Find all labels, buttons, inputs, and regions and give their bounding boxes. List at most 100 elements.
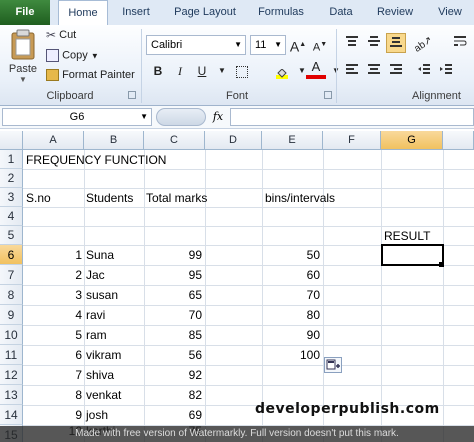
align-center-button[interactable] <box>364 61 384 81</box>
cell-student[interactable]: shiva <box>86 365 114 385</box>
row-header-5[interactable]: 5 <box>0 226 23 245</box>
align-bottom-button[interactable] <box>386 33 406 53</box>
cell-marks[interactable]: 70 <box>145 305 202 325</box>
tab-file[interactable]: File <box>0 0 50 25</box>
bold-button[interactable]: B <box>148 61 168 81</box>
worksheet-grid[interactable]: A B C D E F G 1 2 3 4 5 6 7 8 9 10 11 12… <box>0 131 474 442</box>
wrap-text-button[interactable] <box>450 33 470 53</box>
tab-review[interactable]: Review <box>372 0 418 25</box>
cell-marks[interactable]: 85 <box>145 325 202 345</box>
cell-student[interactable]: ram <box>86 325 107 345</box>
fill-handle[interactable] <box>439 262 444 267</box>
decrease-indent-button[interactable] <box>414 61 434 81</box>
italic-button[interactable]: I <box>170 61 190 81</box>
increase-indent-button[interactable] <box>436 61 456 81</box>
cell-marks[interactable]: 99 <box>145 245 202 265</box>
align-right-button[interactable] <box>386 61 406 81</box>
column-header-d[interactable]: D <box>205 131 262 150</box>
cell-sno[interactable]: 4 <box>24 305 82 325</box>
shrink-font-button[interactable]: A▼ <box>310 35 330 55</box>
cut-button[interactable]: ✂ Cut <box>46 28 76 42</box>
row-header-3[interactable]: 3 <box>0 188 23 207</box>
tab-formulas[interactable]: Formulas <box>253 0 309 25</box>
tab-home[interactable]: Home <box>58 0 108 26</box>
cell-sno[interactable]: 1 <box>24 245 82 265</box>
cell-b3[interactable]: Students <box>86 188 133 208</box>
row-header-7[interactable]: 7 <box>0 265 23 285</box>
cell-bin[interactable]: 80 <box>263 305 320 325</box>
orientation-button[interactable]: ab↗ <box>413 33 435 54</box>
cell-bin[interactable]: 70 <box>263 285 320 305</box>
row-header-13[interactable]: 13 <box>0 385 23 405</box>
tab-view[interactable]: View <box>432 0 468 25</box>
cell-marks[interactable]: 95 <box>145 265 202 285</box>
row-header-1[interactable]: 1 <box>0 150 23 169</box>
cell-bin[interactable]: 90 <box>263 325 320 345</box>
format-painter-button[interactable]: Format Painter <box>46 69 135 82</box>
underline-button[interactable]: U <box>192 61 212 81</box>
cell-sno[interactable]: 8 <box>24 385 82 405</box>
fill-color-button[interactable] <box>272 61 292 81</box>
column-header-e[interactable]: E <box>262 131 323 150</box>
font-color-button[interactable]: A <box>306 59 326 79</box>
cell-a1[interactable]: FREQUENCY FUNCTION <box>26 150 166 170</box>
formula-bar-splitter[interactable] <box>156 108 206 126</box>
font-launcher-icon[interactable] <box>324 91 332 99</box>
row-header-11[interactable]: 11 <box>0 345 23 365</box>
row-header-4[interactable]: 4 <box>0 207 23 226</box>
cell-student[interactable]: Jac <box>86 265 105 285</box>
cell-sno[interactable]: 6 <box>24 345 82 365</box>
column-header-g[interactable]: G <box>381 131 443 150</box>
cell-g5[interactable]: RESULT <box>384 226 430 246</box>
cell-student[interactable]: susan <box>86 285 118 305</box>
grow-font-button[interactable]: A▲ <box>288 35 308 55</box>
paste-options-button[interactable] <box>324 357 342 373</box>
column-header-h[interactable] <box>443 131 474 150</box>
row-header-14[interactable]: 14 <box>0 405 23 425</box>
row-header-8[interactable]: 8 <box>0 285 23 305</box>
paste-button[interactable]: Paste ▼ <box>6 29 40 87</box>
align-left-button[interactable] <box>342 61 362 81</box>
tab-data[interactable]: Data <box>324 0 358 25</box>
row-header-9[interactable]: 9 <box>0 305 23 325</box>
font-name-select[interactable]: Calibri ▼ <box>146 35 246 55</box>
formula-input[interactable] <box>230 108 474 126</box>
cell-student[interactable]: vikram <box>86 345 121 365</box>
cell-sno[interactable]: 3 <box>24 285 82 305</box>
row-header-2[interactable]: 2 <box>0 169 23 188</box>
font-size-select[interactable]: 11 ▼ <box>250 35 286 55</box>
column-header-f[interactable]: F <box>323 131 381 150</box>
cell-bin[interactable]: 50 <box>263 245 320 265</box>
cell-c3[interactable]: Total marks <box>146 188 207 208</box>
column-header-a[interactable]: A <box>23 131 84 150</box>
cell-marks[interactable]: 82 <box>145 385 202 405</box>
underline-dropdown-icon[interactable]: ▼ <box>212 61 232 81</box>
cell-marks[interactable]: 65 <box>145 285 202 305</box>
name-box[interactable]: G6 ▼ <box>2 108 152 126</box>
cell-a3[interactable]: S.no <box>26 188 51 208</box>
tab-page-layout[interactable]: Page Layout <box>170 0 240 25</box>
borders-button[interactable] <box>232 61 252 81</box>
chevron-down-icon[interactable]: ▼ <box>140 109 148 125</box>
row-header-10[interactable]: 10 <box>0 325 23 345</box>
row-header-12[interactable]: 12 <box>0 365 23 385</box>
cell-bin[interactable]: 60 <box>263 265 320 285</box>
tab-insert[interactable]: Insert <box>114 0 158 25</box>
cell-bin[interactable]: 100 <box>263 345 320 365</box>
copy-dropdown-icon[interactable]: ▼ <box>91 51 99 60</box>
copy-button[interactable]: Copy ▼ <box>46 49 99 62</box>
column-header-b[interactable]: B <box>84 131 144 150</box>
cell-sno[interactable]: 5 <box>24 325 82 345</box>
active-cell-g6[interactable] <box>381 244 444 266</box>
cell-sno[interactable]: 7 <box>24 365 82 385</box>
insert-function-button[interactable]: fx <box>208 108 228 126</box>
row-header-6[interactable]: 6 <box>0 245 23 265</box>
select-all-corner[interactable] <box>0 131 23 150</box>
column-header-c[interactable]: C <box>144 131 205 150</box>
cell-marks[interactable]: 56 <box>145 345 202 365</box>
paste-dropdown-icon[interactable]: ▼ <box>6 75 40 84</box>
align-middle-button[interactable] <box>364 33 384 53</box>
cell-student[interactable]: Suna <box>86 245 114 265</box>
cell-e3[interactable]: bins/intervals <box>265 188 335 208</box>
cell-sno[interactable]: 2 <box>24 265 82 285</box>
